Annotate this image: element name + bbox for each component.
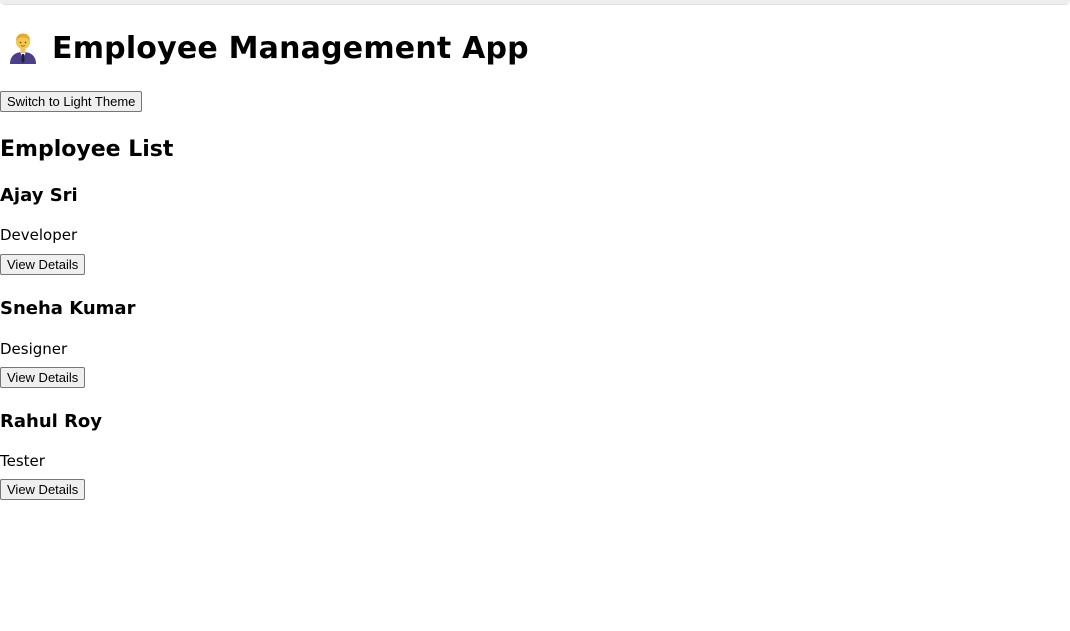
switch-theme-button[interactable]: Switch to Light Theme — [0, 91, 143, 112]
employee-name: Sneha Kumar — [0, 298, 136, 319]
employee-role: Designer — [0, 340, 68, 358]
app-header: Employee Management App — [0, 26, 1070, 70]
app-container: Employee Management App Switch to Light … — [0, 0, 1070, 500]
employee-role: Developer — [0, 226, 78, 244]
view-details-button[interactable]: View Details — [0, 367, 86, 388]
employee-list-heading: Employee List — [0, 137, 174, 162]
app-title: Employee Management App — [52, 30, 529, 66]
view-details-button[interactable]: View Details — [0, 254, 86, 275]
employee-name: Rahul Roy — [0, 411, 103, 432]
employee-card: Rahul Roy Tester View Details — [0, 410, 1070, 500]
employee-role: Tester — [0, 452, 45, 470]
office-worker-icon — [10, 33, 36, 64]
view-details-button[interactable]: View Details — [0, 479, 86, 500]
employee-card: Ajay Sri Developer View Details — [0, 184, 1070, 275]
employee-name: Ajay Sri — [0, 185, 78, 206]
employee-card: Sneha Kumar Designer View Details — [0, 297, 1070, 388]
